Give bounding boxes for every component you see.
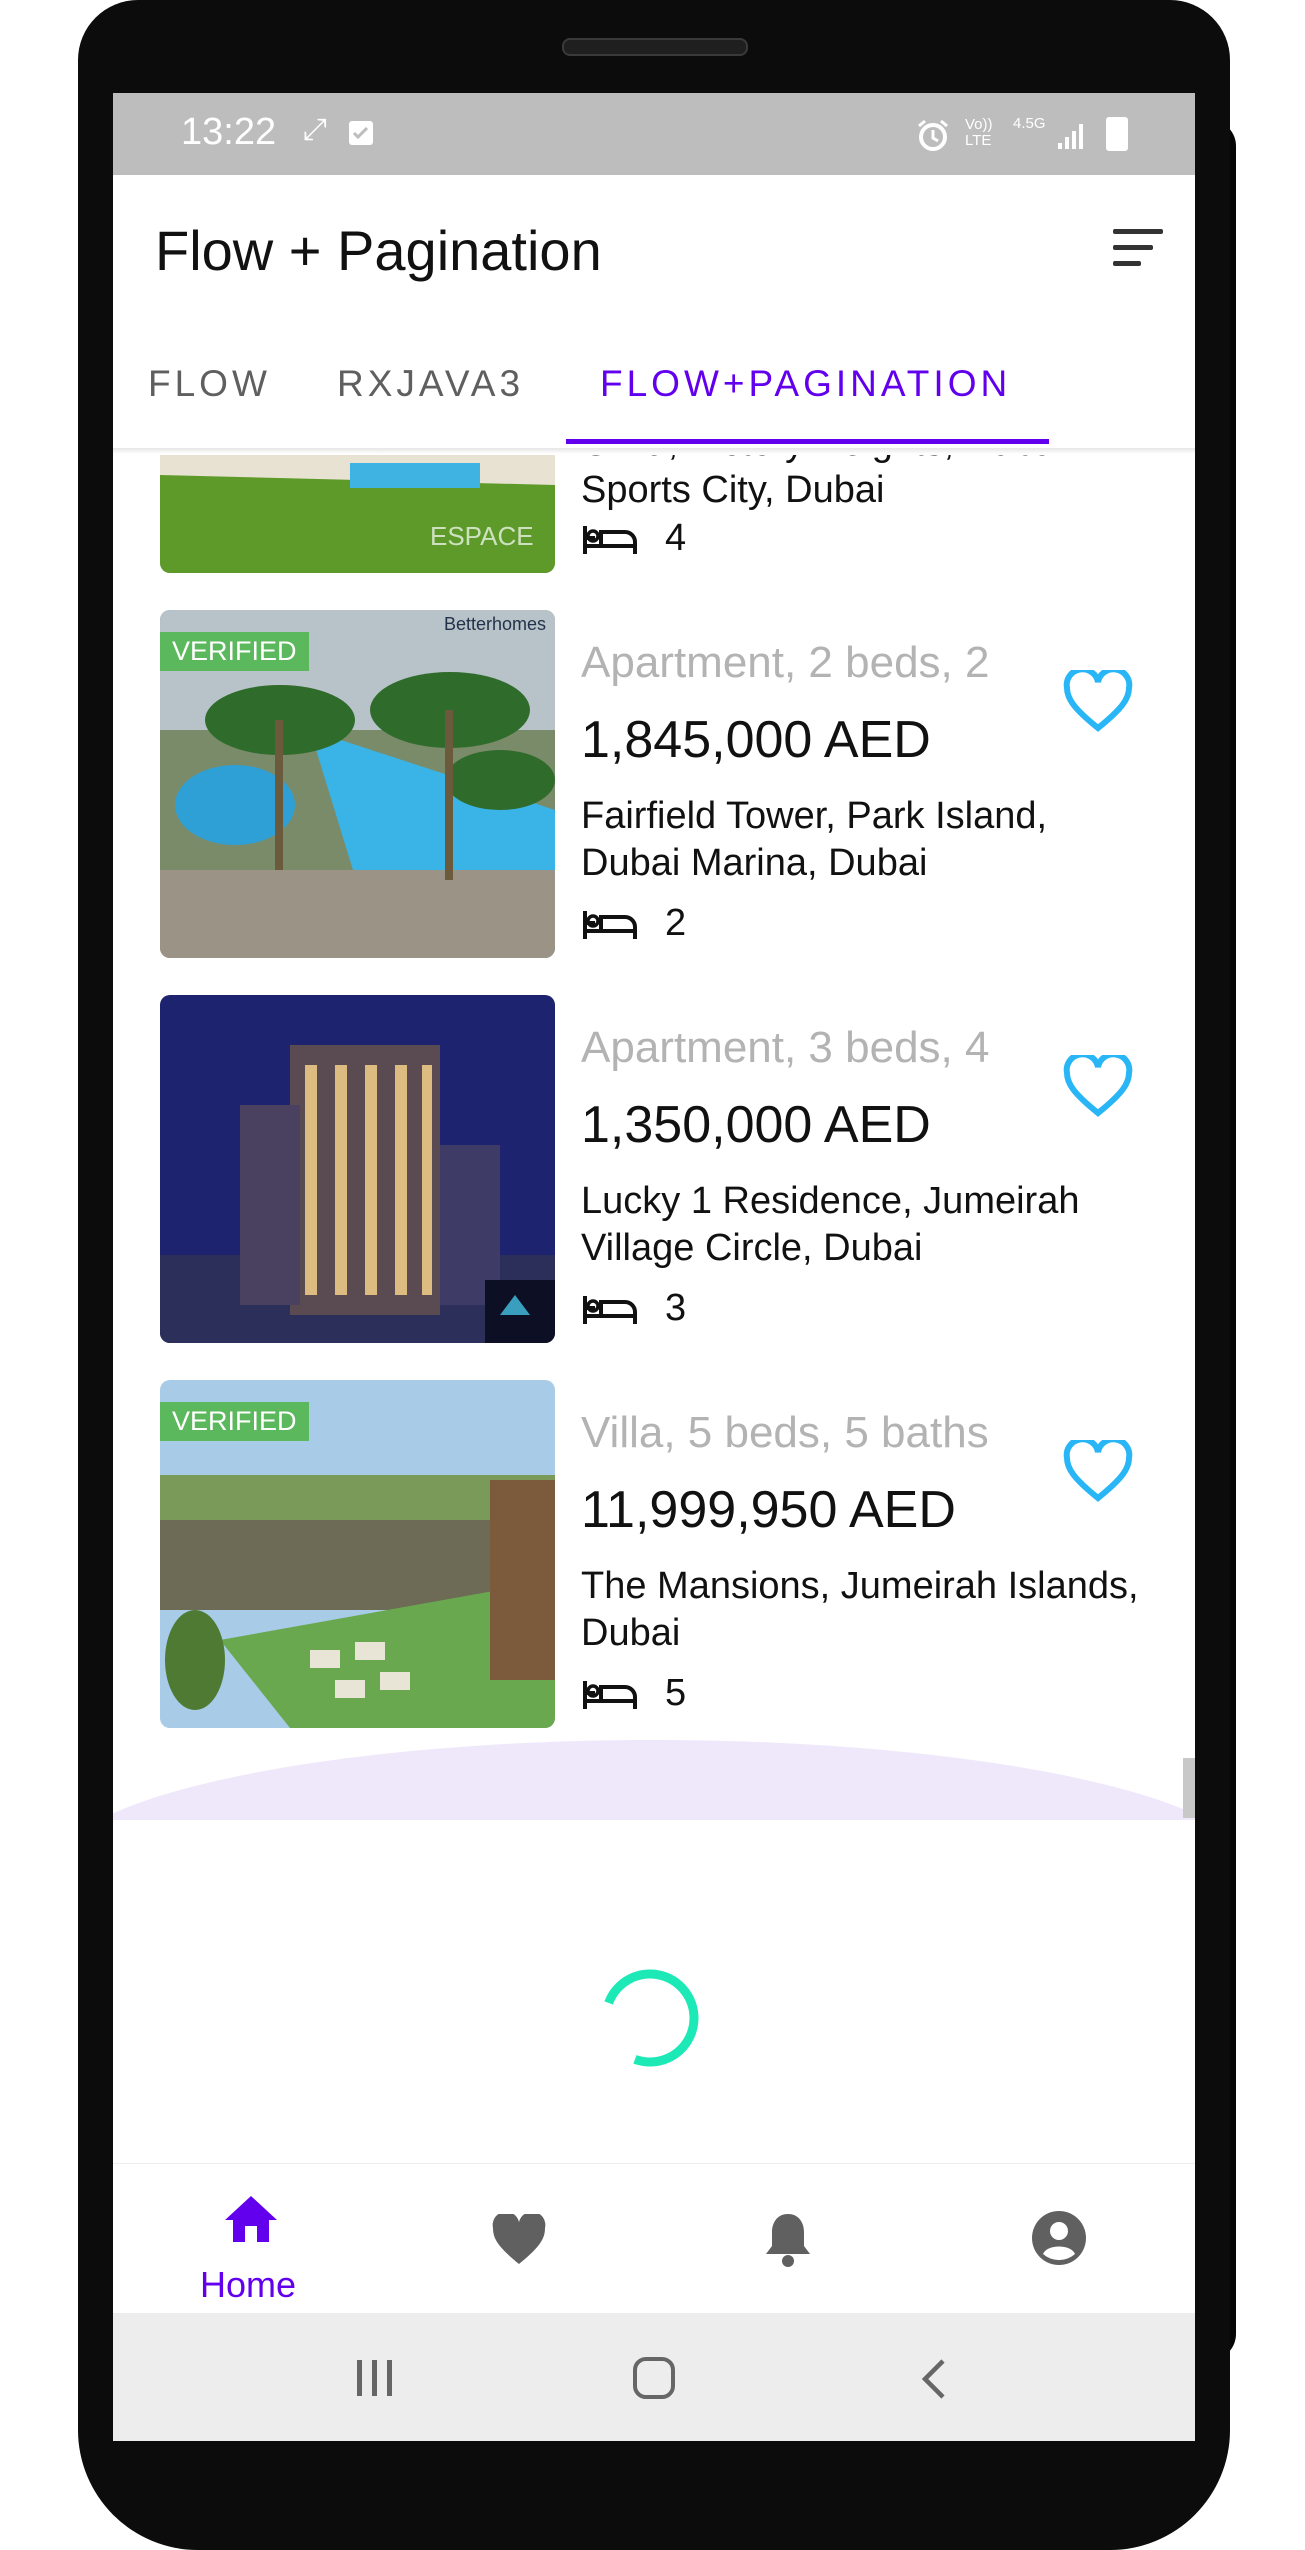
listing-subtitle: Villa, 5 beds, 5 baths — [581, 1408, 989, 1457]
tab-flow[interactable]: FLOW — [148, 363, 271, 405]
listing-address: Oliva, Victory Heights, Dubai Sports Cit… — [581, 455, 1064, 511]
loading-spinner — [604, 1969, 699, 2067]
listing-beds: 3 — [581, 1287, 686, 1330]
home-circle-icon[interactable] — [631, 2355, 677, 2401]
listing-beds: 4 — [581, 517, 686, 560]
system-navigation — [113, 2313, 1195, 2441]
page-title: Flow + Pagination — [155, 219, 602, 282]
listing-list[interactable]: ESPACE Oliva, Victory Heights, Dubai Spo… — [113, 455, 1195, 1820]
listing-image — [160, 995, 555, 1343]
verified-badge: VERIFIED — [160, 632, 309, 671]
nav-notifications[interactable] — [653, 2164, 923, 2314]
listing-image: ESPACE — [160, 455, 555, 573]
listing-beds: 5 — [581, 1672, 686, 1715]
bed-icon — [583, 525, 637, 554]
listing-image: VERIFIED — [160, 1380, 555, 1728]
overscroll-glow — [113, 1740, 1195, 1820]
listing-price: 11,999,950 AED — [581, 1481, 956, 1539]
recents-icon[interactable] — [353, 2358, 397, 2398]
listing-subtitle: Apartment, 2 beds, 2 — [581, 638, 990, 687]
list-item[interactable]: Apartment, 3 beds, 4 1,350,000 AED Lucky… — [113, 995, 1195, 1355]
listing-image: Betterhomes VERIFIED — [160, 610, 555, 958]
bottom-navigation: Home — [113, 2163, 1195, 2314]
tab-indicator — [566, 439, 1049, 444]
alarm-icon — [915, 117, 951, 153]
sync-icon: ⤢ — [303, 113, 327, 146]
status-bar: 13:22 ⤢ Vo)) LTE 4.5G — [113, 93, 1195, 175]
image-watermark: Betterhomes — [444, 614, 546, 634]
sort-icon[interactable] — [1113, 229, 1163, 269]
favorite-heart-icon[interactable] — [1063, 1440, 1133, 1504]
tabs-divider — [113, 448, 1195, 454]
account-icon — [1032, 2211, 1086, 2265]
verified-badge: VERIFIED — [160, 1402, 309, 1441]
listing-address: Fairfield Tower, Park Island, Dubai Mari… — [581, 795, 1048, 884]
home-icon — [225, 2196, 277, 2242]
listing-address: The Mansions, Jumeirah Islands, Dubai — [581, 1565, 1139, 1654]
listing-price: 1,350,000 AED — [581, 1096, 931, 1154]
nav-home[interactable]: Home — [113, 2164, 383, 2314]
image-watermark: ESPACE — [430, 521, 534, 551]
heart-icon — [492, 2214, 546, 2264]
favorite-heart-icon[interactable] — [1063, 670, 1133, 734]
listing-beds: 2 — [581, 902, 686, 945]
list-item[interactable]: ESPACE Oliva, Victory Heights, Dubai Spo… — [113, 455, 1195, 585]
list-item[interactable]: Betterhomes VERIFIED Apartment, 2 beds, … — [113, 610, 1195, 970]
volte-icon: Vo)) LTE — [965, 116, 993, 149]
bed-icon — [583, 1680, 637, 1709]
nav-account[interactable] — [923, 2164, 1193, 2314]
list-item[interactable]: VERIFIED Villa, 5 beds, 5 baths 11,999,9… — [113, 1380, 1195, 1740]
battery-icon — [1106, 117, 1128, 151]
listing-address: Lucky 1 Residence, Jumeirah Village Circ… — [581, 1180, 1080, 1269]
bed-icon — [583, 910, 637, 939]
bell-icon — [766, 2214, 810, 2267]
favorite-heart-icon[interactable] — [1063, 1055, 1133, 1119]
listing-price: 1,845,000 AED — [581, 711, 931, 769]
signal-icon — [1056, 121, 1086, 151]
phone-speaker — [562, 38, 748, 56]
listing-subtitle: Apartment, 3 beds, 4 — [581, 1023, 990, 1072]
screen: 13:22 ⤢ Vo)) LTE 4.5G Flow + Pagination … — [113, 93, 1195, 2441]
status-time: 13:22 — [181, 111, 277, 153]
checkbox-icon — [349, 121, 373, 145]
nav-favorites[interactable] — [383, 2164, 653, 2314]
tab-flow-pagination[interactable]: FLOW+PAGINATION — [600, 363, 1011, 405]
bed-icon — [583, 1295, 637, 1324]
tab-rxjava3[interactable]: RXJAVA3 — [337, 363, 524, 405]
back-icon[interactable] — [919, 2357, 949, 2401]
scrollbar[interactable] — [1183, 1758, 1195, 1818]
4-5g-icon: 4.5G — [1013, 115, 1046, 132]
